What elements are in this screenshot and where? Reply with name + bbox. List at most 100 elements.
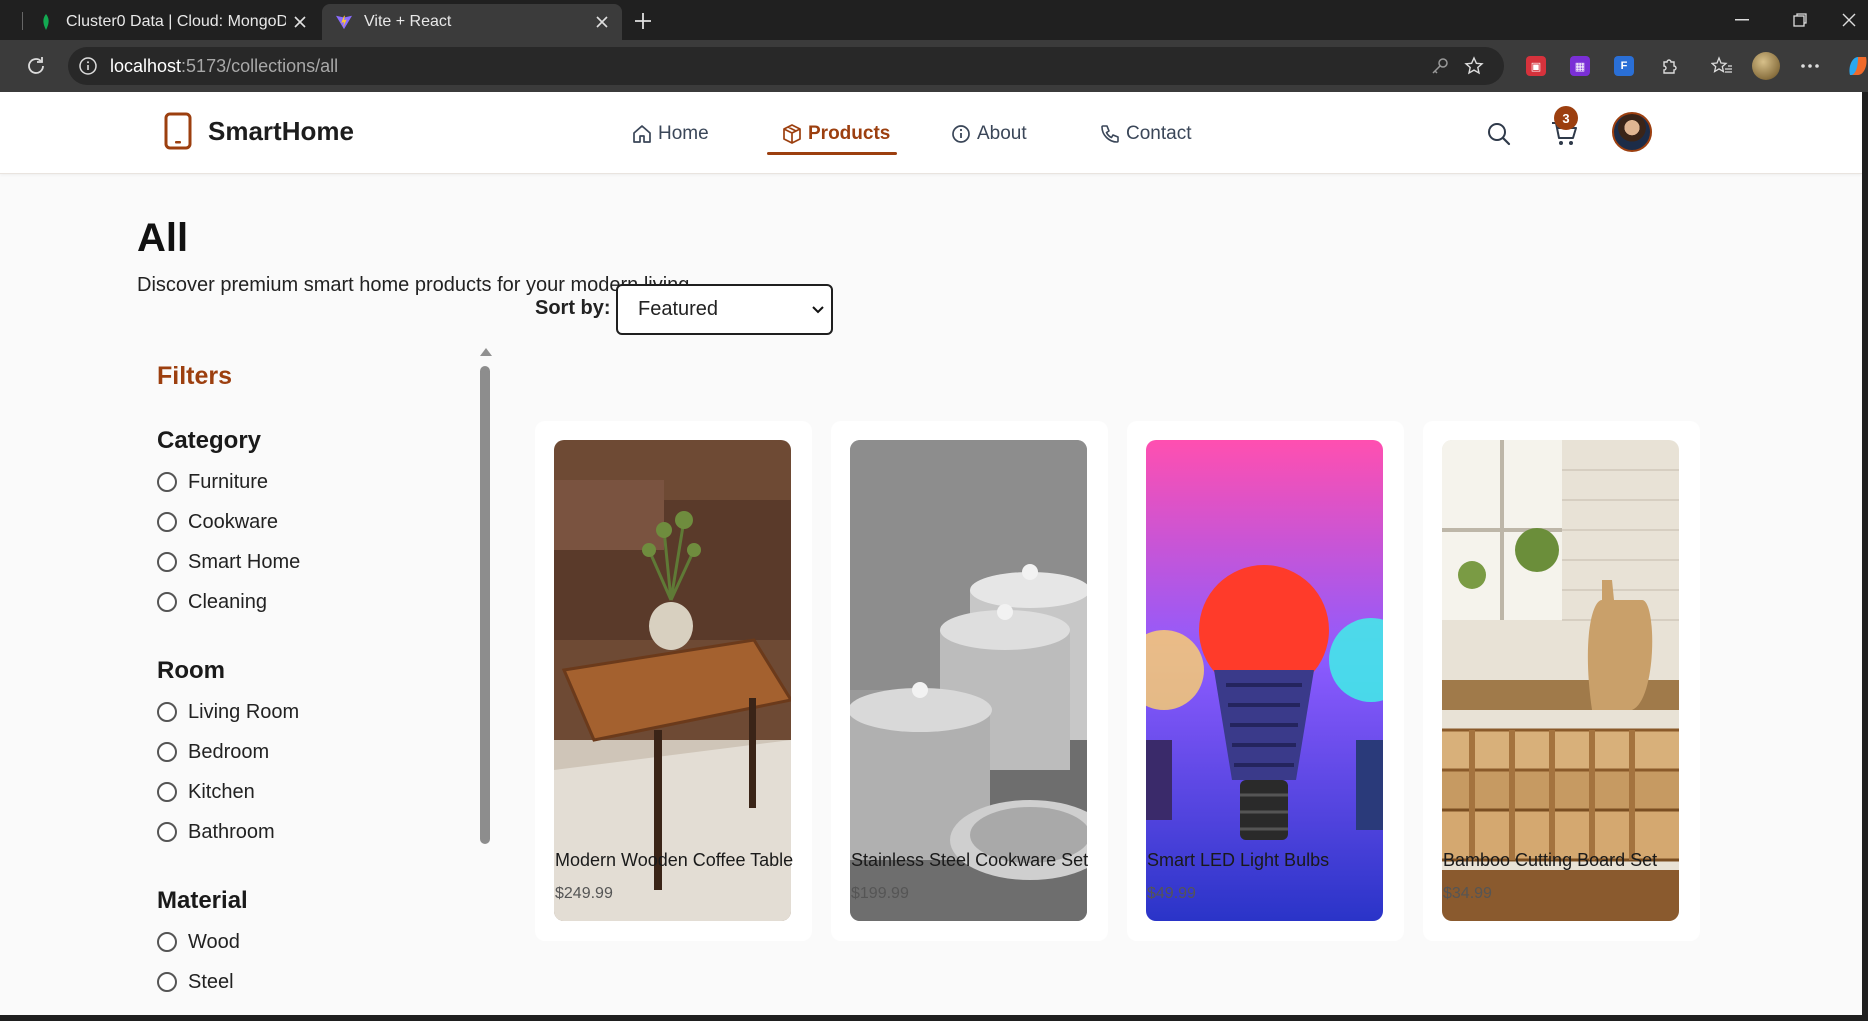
reload-icon[interactable]: [20, 50, 52, 82]
user-avatar[interactable]: [1612, 112, 1652, 152]
filter-option-living-room[interactable]: Living Room: [157, 697, 299, 727]
radio-button[interactable]: [157, 592, 177, 612]
close-tab-icon[interactable]: [286, 8, 314, 36]
filter-option-kitchen[interactable]: Kitchen: [157, 777, 255, 807]
filter-heading-category: Category: [157, 427, 262, 454]
radio-button[interactable]: [157, 822, 177, 842]
brand-name: SmartHome: [208, 115, 354, 146]
tab-vite-react[interactable]: Vite + React: [322, 4, 622, 40]
box-icon: [783, 124, 801, 144]
phone-icon: [1101, 125, 1119, 143]
restore-icon[interactable]: [1772, 0, 1828, 40]
extension-icon[interactable]: ▦: [1566, 52, 1594, 80]
product-image[interactable]: [1146, 440, 1383, 921]
minimize-icon[interactable]: [1714, 0, 1770, 40]
product-price: $249.99: [555, 885, 613, 902]
option-label: Living Room: [188, 700, 300, 723]
radio-button[interactable]: [157, 702, 177, 722]
sort-select[interactable]: Featured: [616, 284, 833, 335]
site-header: SmartHome Home Products About Contact 3: [0, 92, 1862, 174]
tab-title: Cluster0 Data | Cloud: MongoDB C: [66, 13, 286, 30]
chevron-down-icon: [812, 306, 824, 314]
close-tab-icon[interactable]: [588, 8, 616, 36]
page-viewport: SmartHome Home Products About Contact 3 …: [0, 92, 1862, 1015]
filter-option-smart-home[interactable]: Smart Home: [157, 547, 300, 577]
copilot-icon[interactable]: [1844, 52, 1868, 80]
site-info-icon[interactable]: [78, 56, 98, 76]
product-name[interactable]: Modern Wooden Coffee Table: [555, 850, 793, 871]
tab-title: Vite + React: [364, 13, 452, 30]
filter-option-cleaning[interactable]: Cleaning: [157, 587, 267, 617]
product-name[interactable]: Stainless Steel Cookware Set: [851, 850, 1088, 871]
nav-label: Home: [658, 123, 709, 144]
option-label: Steel: [188, 970, 234, 993]
window-edge: [0, 1015, 1868, 1021]
brand[interactable]: SmartHome: [164, 112, 354, 150]
product-image[interactable]: [1442, 440, 1679, 921]
more-menu-icon[interactable]: [1796, 52, 1824, 80]
product-price: $199.99: [851, 885, 909, 902]
profile-avatar[interactable]: [1752, 52, 1780, 80]
option-label: Bedroom: [188, 740, 270, 763]
extensions-puzzle-icon[interactable]: [1656, 52, 1684, 80]
filter-option-wood[interactable]: Wood: [157, 927, 240, 957]
sort-label: Sort by:: [535, 297, 611, 319]
filter-option-steel[interactable]: Steel: [157, 967, 234, 997]
mongodb-leaf-icon: [38, 14, 54, 30]
scroll-up-arrow-icon[interactable]: [480, 348, 492, 356]
option-label: Bathroom: [188, 820, 275, 843]
product-name[interactable]: Bamboo Cutting Board Set: [1443, 850, 1657, 871]
nav-about[interactable]: About: [951, 116, 1027, 152]
extension-icon[interactable]: ▣: [1522, 52, 1550, 80]
cart-count-badge: 3: [1554, 106, 1578, 130]
url-text: localhost:5173/collections/all: [110, 56, 338, 77]
product-price: $34.99: [1443, 885, 1492, 902]
filters-title: Filters: [157, 362, 233, 390]
filter-option-bathroom[interactable]: Bathroom: [157, 817, 275, 847]
nav-products[interactable]: Products: [782, 116, 890, 152]
radio-button[interactable]: [157, 782, 177, 802]
address-bar[interactable]: localhost:5173/collections/all: [68, 47, 1504, 85]
extension-icon[interactable]: F: [1610, 52, 1638, 80]
radio-button[interactable]: [157, 472, 177, 492]
browser-toolbar: localhost:5173/collections/all ▣ ▦ F: [0, 40, 1868, 92]
product-image[interactable]: [850, 440, 1087, 921]
product-image[interactable]: [554, 440, 791, 921]
active-nav-underline: [767, 152, 897, 155]
home-icon: [633, 125, 651, 143]
nav-label: Products: [808, 123, 891, 144]
radio-button[interactable]: [157, 972, 177, 992]
filter-option-cookware[interactable]: Cookware: [157, 507, 278, 537]
close-window-icon[interactable]: [1830, 0, 1868, 40]
filter-option-bedroom[interactable]: Bedroom: [157, 737, 269, 767]
sort-selected-value: Featured: [638, 298, 719, 320]
smartphone-logo-icon: [164, 112, 192, 150]
radio-button[interactable]: [157, 932, 177, 952]
scrollbar-thumb[interactable]: [480, 366, 490, 844]
favorites-icon[interactable]: [1708, 52, 1736, 80]
option-label: Furniture: [188, 470, 269, 493]
radio-button[interactable]: [157, 512, 177, 532]
tab-mongodb[interactable]: Cluster0 Data | Cloud: MongoDB C: [20, 4, 320, 40]
option-label: Cleaning: [188, 590, 267, 613]
filters-scrollbar[interactable]: [478, 348, 492, 944]
window-edge: [1862, 92, 1868, 1021]
radio-button[interactable]: [157, 742, 177, 762]
favorite-star-icon[interactable]: [1464, 56, 1484, 76]
product-name[interactable]: Smart LED Light Bulbs: [1147, 850, 1329, 871]
radio-button[interactable]: [157, 552, 177, 572]
filter-heading-room: Room: [157, 657, 225, 684]
nav-label: Contact: [1126, 123, 1192, 144]
vite-logo-icon: [336, 14, 352, 30]
product-price: $49.99: [1147, 885, 1196, 902]
password-key-icon[interactable]: [1430, 56, 1450, 76]
new-tab-icon[interactable]: [628, 6, 658, 36]
filter-heading-material: Material: [157, 887, 248, 914]
nav-contact[interactable]: Contact: [1100, 116, 1191, 152]
filter-option-furniture[interactable]: Furniture: [157, 467, 268, 497]
url-path: :5173/collections/all: [181, 56, 339, 76]
search-icon[interactable]: [1481, 116, 1517, 152]
nav-home[interactable]: Home: [632, 116, 709, 152]
option-label: Kitchen: [188, 780, 255, 803]
nav-label: About: [977, 123, 1027, 144]
